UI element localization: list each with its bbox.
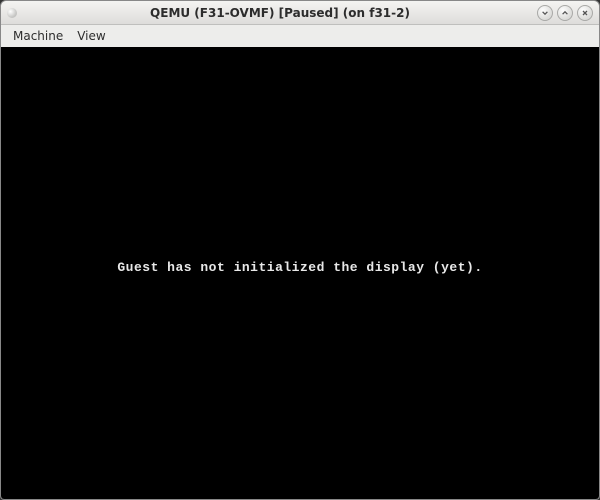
qemu-window: QEMU (F31-OVMF) [Paused] (on f31-2) Mach… xyxy=(0,0,600,500)
maximize-button[interactable] xyxy=(557,5,573,21)
minimize-button[interactable] xyxy=(537,5,553,21)
chevron-down-icon xyxy=(541,9,549,17)
close-button[interactable] xyxy=(577,5,593,21)
titlebar[interactable]: QEMU (F31-OVMF) [Paused] (on f31-2) xyxy=(1,1,599,25)
menubar: Machine View xyxy=(1,25,599,47)
guest-display[interactable]: Guest has not initialized the display (y… xyxy=(1,47,599,499)
chevron-up-icon xyxy=(561,9,569,17)
guest-status-text: Guest has not initialized the display (y… xyxy=(117,260,482,275)
window-controls xyxy=(537,5,593,21)
window-title: QEMU (F31-OVMF) [Paused] (on f31-2) xyxy=(23,6,537,20)
close-icon xyxy=(581,9,589,17)
menu-view[interactable]: View xyxy=(71,27,111,45)
app-icon xyxy=(7,8,17,18)
menu-machine[interactable]: Machine xyxy=(7,27,69,45)
